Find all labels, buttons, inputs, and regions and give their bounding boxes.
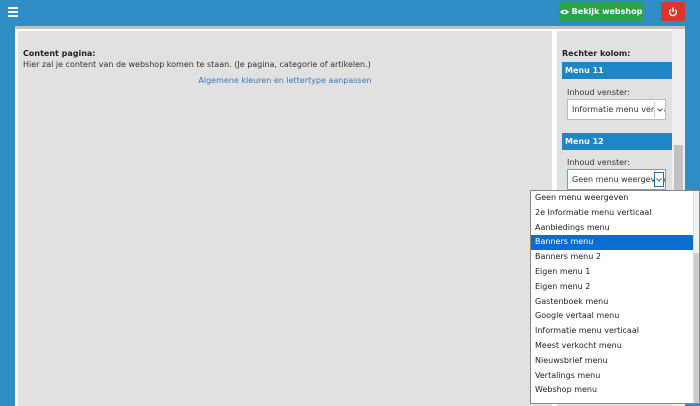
menu-11-content-label: Inhoud venster: <box>567 88 630 97</box>
dropdown-options: Geen menu weergeven 2e Informatie menu ve… <box>531 191 699 398</box>
dropdown-option[interactable]: Nieuwsbrief menu <box>531 354 699 369</box>
dropdown-option[interactable]: Aanbiedings menu <box>531 221 699 236</box>
chevron-down-icon <box>654 172 664 187</box>
view-webshop-label: Bekijk webshop <box>571 7 643 16</box>
menu-12-content-select[interactable]: Geen menu weergeven <box>567 169 666 190</box>
view-webshop-button[interactable]: Bekijk webshop <box>559 2 643 21</box>
menu-12-select-value: Geen menu weergeven <box>572 175 666 184</box>
dropdown-option[interactable]: 2e Informatie menu verticaal <box>531 206 699 221</box>
content-heading: Content pagina: <box>23 49 96 58</box>
hamburger-icon[interactable] <box>8 7 18 17</box>
dropdown-option[interactable]: Banners menu 2 <box>531 250 699 265</box>
dropdown-scrollbar[interactable] <box>693 191 699 403</box>
menu-12-content-label: Inhoud venster: <box>567 158 630 167</box>
dropdown-option[interactable]: Eigen menu 1 <box>531 265 699 280</box>
menu-12-header: Menu 12 <box>562 133 672 150</box>
top-bar: Bekijk webshop <box>0 0 700 26</box>
dropdown-option[interactable]: Informatie menu verticaal <box>531 324 699 339</box>
dropdown-option[interactable]: Vertalings menu <box>531 369 699 384</box>
dropdown-option[interactable]: Geen menu weergeven <box>531 191 699 206</box>
chevron-down-icon <box>654 102 664 117</box>
content-area: Content pagina: Hier zal je content van … <box>18 31 552 406</box>
frame-top-strip <box>15 26 685 29</box>
dropdown-option[interactable]: Eigen menu 2 <box>531 280 699 295</box>
menu-11-content-select[interactable]: Informatie menu verticaal <box>567 99 666 120</box>
colors-fonts-link[interactable]: Algemene kleuren en lettertype aanpassen <box>18 76 552 85</box>
right-column-title: Rechter kolom: <box>562 49 631 58</box>
menu-11-header: Menu 11 <box>562 62 672 79</box>
content-description: Hier zal je content van de webshop komen… <box>23 60 371 69</box>
dropdown-scrollbar-thumb[interactable] <box>694 253 699 403</box>
menu-11-select-value: Informatie menu verticaal <box>572 105 666 114</box>
dropdown-option[interactable]: Meest verkocht menu <box>531 339 699 354</box>
dropdown-option[interactable]: Webshop menu <box>531 383 699 398</box>
dropdown-option[interactable]: Gastenboek menu <box>531 295 699 310</box>
dropdown-option[interactable]: Banners menu <box>531 235 699 251</box>
menu-12-dropdown-list[interactable]: Geen menu weergeven 2e Informatie menu ve… <box>530 190 700 404</box>
dropdown-option[interactable]: Google vertaal menu <box>531 309 699 324</box>
power-icon <box>668 7 678 16</box>
eye-icon <box>559 9 569 14</box>
logout-button[interactable] <box>661 2 685 21</box>
